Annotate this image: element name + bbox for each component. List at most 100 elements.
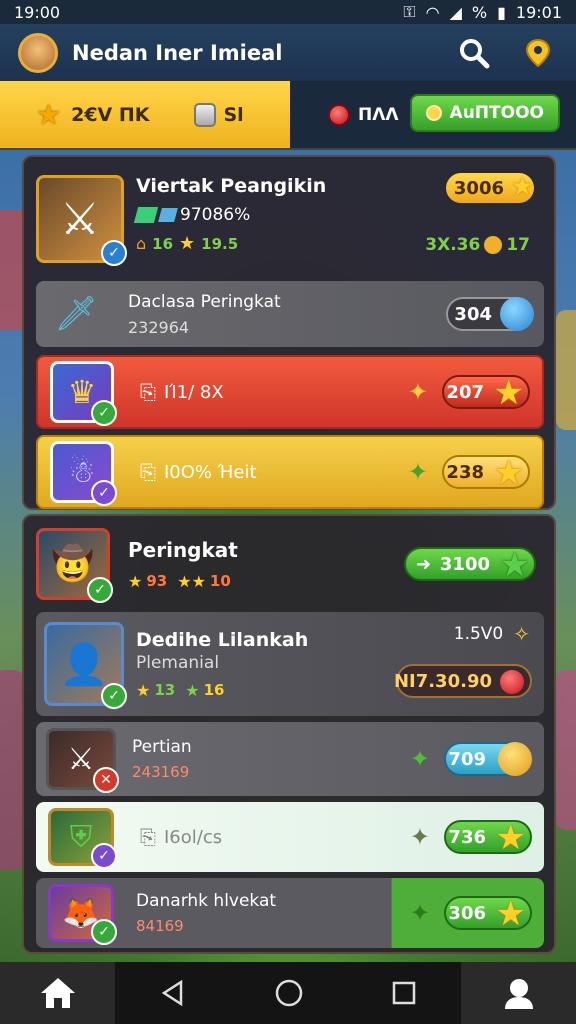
featured-bonus: 3Χ.36 — [425, 235, 481, 255]
star-icon: ★ — [493, 453, 524, 493]
player-avatar: 🤠 ✓ — [36, 528, 113, 603]
status-time-right: 19:01 — [515, 2, 562, 22]
leaderboard-row[interactable]: ⚔ ✕ Pertian 243169 ✦ 709 — [36, 722, 544, 796]
leaderboard-row[interactable]: 🦊 ✓ Danarhk hlvekat 84169 ✦ 306 ★ — [36, 878, 544, 948]
home-level-icon: ⌂ — [136, 234, 147, 253]
featured-stat: 97086% — [180, 205, 251, 225]
auto-button-label: AuΠΤΟΟΟ — [449, 103, 544, 123]
battery-percent: % — [471, 2, 488, 22]
document-icon: ⎘ — [140, 380, 156, 404]
row-stars-secondary: 16 — [203, 681, 225, 699]
row-stars-secondary: 10 — [209, 572, 231, 590]
row-value: 232964 — [128, 317, 190, 337]
document-icon: ⎘ — [140, 825, 156, 849]
leaderboard-row-red[interactable]: ♛ ✓ ⎘ ΙΊ1/ 8Χ ✦ 207 ★ — [36, 355, 544, 429]
gem-currency-value: ΠΛΛ — [358, 104, 399, 125]
leaderboard-row[interactable]: 🗡 Daclasa Peringkat 232964 304 — [36, 281, 544, 347]
map-pin-icon — [525, 38, 551, 67]
background-decoration — [556, 310, 576, 430]
star-currency-value: 2€V ΠK — [71, 103, 150, 126]
arrow-diamond-icon: ✦ — [407, 378, 428, 406]
app-header: Nedan Iner Imieal — [0, 24, 576, 81]
score-badge-value: 304 — [454, 303, 492, 325]
item-thumbnail: ☃ ✓ — [50, 441, 117, 506]
star-icon: ★ — [495, 818, 526, 858]
star-icon: ★ — [499, 545, 530, 585]
arrow-diamond-icon: ✦ — [409, 899, 430, 927]
player-avatar: 👤 ✓ — [44, 622, 127, 709]
leaderboard-row-yellow[interactable]: ☃ ✓ ⎘ Ι0Ο% Ήeit ✦ 238 ★ — [36, 435, 544, 509]
leaderboard-row[interactable]: 👤 ✓ Dedihe Lilankah Plemanial ★ 13 ★ 16 … — [36, 612, 544, 716]
signal-icon: ◢ — [449, 2, 462, 22]
coin-currency-value: Sl — [223, 103, 244, 126]
reward-badge: 736 ★ — [444, 818, 532, 858]
leaderboard-panel-bottom: 🤠 ✓ Peringkat ★ 93 ★★ 10 ➜ 3100 ★ 👤 ✓ De… — [22, 514, 556, 954]
featured-rating: 19.5 — [201, 234, 239, 253]
coins-display: Sl — [193, 102, 244, 127]
wifi-icon: ◠ — [425, 2, 440, 22]
price-badge: NI7.30.90 — [394, 664, 532, 698]
sparkle-icon: ✧ — [513, 622, 530, 646]
person-icon: 👤 — [59, 641, 109, 688]
reward-value: 306 — [448, 902, 486, 924]
star-icon: ★★ — [177, 571, 206, 591]
home-circle-icon[interactable] — [274, 978, 304, 1008]
row-stars: 93 — [146, 572, 168, 590]
row-value: 84169 — [136, 917, 184, 935]
battery-icon: ▮ — [497, 2, 506, 22]
star-icon: ★ — [179, 233, 196, 254]
row-name: Pertian — [132, 737, 192, 757]
cowboy-icon: 🤠 — [51, 544, 95, 584]
blue-gem-icon — [500, 297, 534, 331]
item-thumbnail: ⛨ ✓ — [48, 808, 117, 869]
row-label: Ι0Ο% Ήeit — [164, 461, 257, 483]
nav-home-button[interactable] — [0, 962, 115, 1024]
reward-badge: ➜ 3100 ★ — [404, 545, 536, 585]
reward-badge: 306 ★ — [444, 894, 532, 934]
nav-profile-button[interactable] — [461, 962, 576, 1024]
status-bar: 19:00 ⚿ ◠ ◢ % ▮ 19:01 — [0, 0, 576, 24]
settings-button[interactable] — [518, 33, 558, 73]
ruby-icon — [328, 103, 350, 126]
currency-stars-coins: ★ 2€V ΠK Sl — [0, 81, 290, 148]
item-thumbnail: ⚔ ✕ — [46, 728, 119, 793]
bottom-navigation — [0, 962, 576, 1024]
star-icon: ★ — [495, 894, 526, 934]
warrior-icon: ⚔ — [60, 193, 100, 245]
avatar[interactable] — [18, 32, 58, 73]
auto-button[interactable]: AuΠΤΟΟΟ — [409, 94, 560, 132]
home-icon — [40, 978, 75, 1008]
featured-reward-value: 3006 — [453, 177, 504, 199]
arrow-diamond-icon: ✦ — [407, 458, 428, 486]
verified-check-icon: ✓ — [91, 843, 117, 869]
coin-icon — [498, 742, 532, 776]
row-name: Danarhk hlvekat — [136, 891, 277, 911]
verified-check-icon: ✓ — [91, 480, 117, 506]
gem-icon — [158, 208, 178, 222]
key-icon: ⚿ — [403, 2, 416, 21]
row-label: Ι6ol/cs — [164, 826, 223, 848]
reward-value: 3100 — [439, 553, 490, 575]
arrow-icon: ➜ — [416, 553, 432, 575]
search-button[interactable] — [454, 33, 494, 73]
verified-check-icon: ✓ — [91, 919, 117, 945]
featured-bonus-count: 17 — [506, 235, 530, 255]
featured-reward-badge: 3006 ★ — [446, 172, 534, 203]
reward-badge: 238 ★ — [442, 453, 530, 493]
verified-check-icon: ✓ — [91, 400, 117, 426]
leaderboard-row[interactable]: 🤠 ✓ Peringkat ★ 93 ★★ 10 ➜ 3100 ★ — [36, 522, 544, 606]
shield-icon: ⛨ — [69, 819, 93, 855]
document-icon: ⎘ — [140, 460, 156, 484]
ruby-icon — [500, 670, 524, 694]
verified-check-icon: ✓ — [101, 683, 127, 709]
reward-value: 238 — [446, 461, 484, 483]
arrow-diamond-icon: ✦ — [409, 823, 430, 851]
system-navigation — [115, 978, 461, 1008]
recents-icon[interactable] — [391, 980, 417, 1006]
gem-display: ΠΛΛ — [290, 81, 410, 148]
row-score: 1.5V0 — [453, 624, 504, 644]
back-icon[interactable] — [159, 979, 187, 1007]
leaderboard-panel-top: ⚔ ✓ Viertak Peangikin 97086% ⌂ 16 ★ 19.5… — [22, 155, 556, 510]
leaderboard-row-highlight[interactable]: ⛨ ✓ ⎘ Ι6ol/cs ✦ 736 ★ — [36, 802, 544, 872]
featured-player-row[interactable]: ⚔ ✓ Viertak Peangikin 97086% ⌂ 16 ★ 19.5… — [36, 169, 544, 269]
